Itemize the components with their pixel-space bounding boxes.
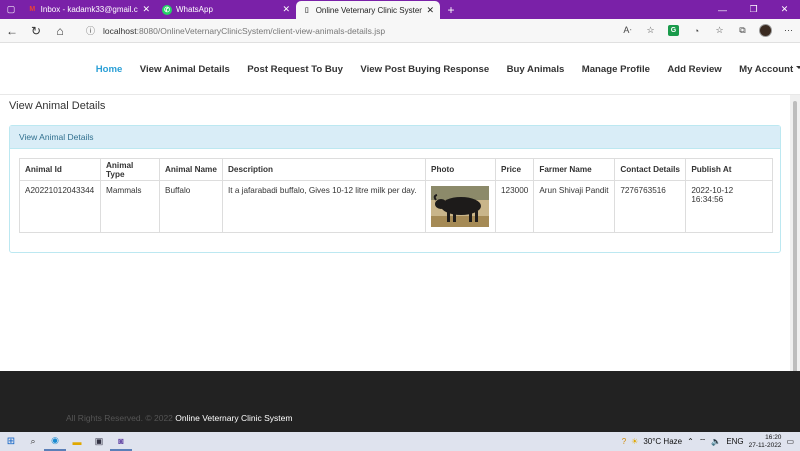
cell-publish-at: 2022-10-12 16:34:56 <box>685 180 773 233</box>
file-explorer-icon[interactable]: ▬ <box>66 432 88 451</box>
window-controls: — ❐ ✕ <box>707 0 800 19</box>
favorite-star-icon[interactable]: ☆ <box>639 19 662 43</box>
windows-taskbar: ⊞ ⌕ ◉ ▬ ▣ ◙ ? ☀ 30°C Haze ⌃ ⌔ 🔈 ENG 16:2… <box>0 432 800 451</box>
footer-copyright: All Rights Reserved. © 2022 Online Veter… <box>66 413 292 423</box>
page-icon: ▯ <box>304 7 309 14</box>
notifications-icon[interactable]: ▭ <box>786 437 794 446</box>
tab-whatsapp[interactable]: ✆ WhatsApp ✕ <box>156 0 296 19</box>
app-icon[interactable]: ◙ <box>110 432 132 451</box>
clock-date: 27-11-2022 <box>748 441 782 449</box>
read-aloud-icon[interactable]: Aᐧ <box>616 19 639 43</box>
footer-brand: Online Veternary Clinic System <box>175 413 293 423</box>
cell-farmer-name: Arun Shivaji Pandit <box>533 180 616 233</box>
column-header: Description <box>222 158 426 181</box>
column-header: Farmer Name <box>533 158 616 181</box>
nav-view-post-buying-response[interactable]: View Post Buying Response <box>352 64 498 75</box>
gmail-icon: M <box>29 6 36 13</box>
column-header: Photo <box>425 158 496 181</box>
panel-heading: View Animal Details <box>10 126 780 149</box>
weather-icon: ☀ <box>631 437 639 446</box>
column-header: Price <box>494 158 535 181</box>
nav-post-request-to-buy[interactable]: Post Request To Buy <box>239 64 352 75</box>
close-tab-icon[interactable]: ✕ <box>282 4 290 15</box>
site-footer: All Rights Reserved. © 2022 Online Veter… <box>0 371 800 432</box>
nav-my-account-dropdown[interactable]: My Account <box>730 64 800 75</box>
window-menu-icon[interactable]: ▢ <box>0 0 22 19</box>
site-info-icon[interactable]: ⓘ <box>86 24 95 37</box>
cell-photo <box>425 180 496 233</box>
url-path: :8080/OnlineVeternaryClinicSystem/client… <box>136 25 386 36</box>
nav-view-animal-details[interactable]: View Animal Details <box>131 64 239 75</box>
profile-avatar[interactable] <box>754 19 777 43</box>
table-row: A20221012043344 Mammals Buffalo It a jaf… <box>19 180 773 233</box>
network-icon[interactable]: ⌔ <box>699 437 707 447</box>
scrollbar-thumb[interactable] <box>793 101 797 396</box>
page-title: View Animal Details <box>9 100 106 112</box>
help-icon[interactable]: ? <box>622 437 626 446</box>
back-icon[interactable]: ← <box>0 19 24 43</box>
nav-my-account-label: My Account <box>739 63 794 75</box>
nav-manage-profile[interactable]: Manage Profile <box>573 64 659 75</box>
nav-add-review[interactable]: Add Review <box>659 64 731 75</box>
tray-chevron-icon[interactable]: ⌃ <box>687 437 694 446</box>
caret-down-icon <box>796 65 800 69</box>
tab-title: Inbox - kadamk33@gmail.com - <box>40 5 139 14</box>
close-tab-icon[interactable]: ✕ <box>426 5 434 16</box>
collections-icon[interactable]: ⧉ <box>731 19 754 43</box>
column-header: Animal Name <box>159 158 223 181</box>
site-navbar: Home View Animal Details Post Request To… <box>0 43 800 95</box>
cell-price: 123000 <box>494 180 535 233</box>
buffalo-photo <box>431 186 489 227</box>
close-window-icon[interactable]: ✕ <box>769 0 800 19</box>
column-header: Animal Type <box>100 158 160 181</box>
tab-title: Online Veternary Clinic System <box>315 5 423 15</box>
cell-animal-id: A20221012043344 <box>19 180 101 233</box>
tab-title: WhatsApp <box>176 5 213 14</box>
windows-start-icon[interactable]: ⊞ <box>0 432 22 451</box>
language-indicator[interactable]: ENG <box>726 437 743 446</box>
column-header: Publish At <box>685 158 773 181</box>
restore-icon[interactable]: ❐ <box>738 0 769 19</box>
animal-details-panel: View Animal Details Animal Id Animal Typ… <box>9 125 781 253</box>
extension-icon[interactable]: G <box>662 19 685 43</box>
clock[interactable]: 16:20 27-11-2022 <box>749 434 782 449</box>
url-field[interactable]: ⓘ localhost:8080/OnlineVeternaryClinicSy… <box>86 24 561 37</box>
weather-text[interactable]: 30°C Haze <box>643 437 682 446</box>
clock-time: 16:20 <box>765 434 782 441</box>
browser-tab-strip: ▢ M Inbox - kadamk33@gmail.com - ✕ ✆ Wha… <box>0 0 800 19</box>
tab-online-veternary-clinic[interactable]: ▯ Online Veternary Clinic System ✕ <box>296 1 440 19</box>
favorites-icon[interactable]: ☆ <box>708 19 731 43</box>
home-icon[interactable]: ⌂ <box>48 19 72 43</box>
volume-icon[interactable]: 🔈 <box>711 437 721 446</box>
column-header: Animal Id <box>19 158 101 181</box>
cell-animal-name: Buffalo <box>159 180 223 233</box>
nav-home[interactable]: Home <box>87 64 131 75</box>
tab-gmail[interactable]: M Inbox - kadamk33@gmail.com - ✕ <box>22 0 156 19</box>
column-header: Contact Details <box>614 158 687 181</box>
nav-buy-animals[interactable]: Buy Animals <box>498 64 573 75</box>
edge-browser-icon[interactable]: ◉ <box>44 432 66 451</box>
terminal-icon[interactable]: ▣ <box>88 432 110 451</box>
cell-animal-type: Mammals <box>100 180 160 233</box>
more-menu-icon[interactable]: ⋯ <box>777 19 800 43</box>
search-icon[interactable]: ⌕ <box>22 432 44 451</box>
refresh-extension-icon[interactable]: ◔ <box>685 19 708 43</box>
address-bar: ← ↻ ⌂ ⓘ localhost:8080/OnlineVeternaryCl… <box>0 19 800 43</box>
footer-rights: All Rights Reserved. © 2022 <box>66 413 173 423</box>
whatsapp-icon: ✆ <box>162 4 172 15</box>
cell-contact: 7276763516 <box>614 180 687 233</box>
animal-details-table: Animal Id Animal Type Animal Name Descri… <box>19 158 773 233</box>
minimize-icon[interactable]: — <box>707 0 738 19</box>
close-tab-icon[interactable]: ✕ <box>142 4 150 15</box>
cell-description: It a jafarabadi buffalo, Gives 10-12 lit… <box>222 180 426 233</box>
new-tab-icon[interactable]: + <box>440 0 462 19</box>
url-host: localhost <box>103 25 137 36</box>
refresh-icon[interactable]: ↻ <box>24 19 48 43</box>
table-header-row: Animal Id Animal Type Animal Name Descri… <box>19 158 773 181</box>
